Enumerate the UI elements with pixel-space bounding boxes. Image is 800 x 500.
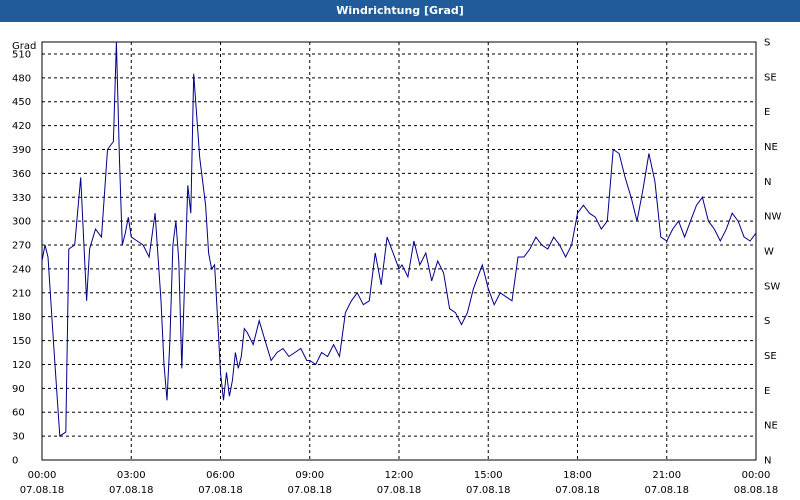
x-tick-time: 00:00 — [742, 470, 771, 481]
y-tick-label: 90 — [12, 384, 25, 395]
y-tick-label: 240 — [12, 264, 31, 275]
series-line — [41, 41, 757, 437]
y-axis-label: Grad — [12, 41, 36, 52]
right-tick-label: S — [764, 38, 770, 49]
x-tick-date: 08.08.18 — [734, 485, 779, 496]
right-tick-label: E — [764, 386, 770, 397]
right-tick-label: S — [764, 316, 770, 327]
chart-title: Windrichtung [Grad] — [0, 0, 800, 22]
y-tick-label: 300 — [12, 217, 31, 228]
y-tick-label: 360 — [12, 169, 31, 180]
y-tick-label: 180 — [12, 312, 31, 323]
x-tick-date: 07.08.18 — [555, 485, 600, 496]
x-tick-date: 07.08.18 — [287, 485, 332, 496]
x-tick-date: 07.08.18 — [109, 485, 154, 496]
right-tick-label: SW — [764, 281, 780, 292]
tick-labels: 0 30 60 90 120 150 180 210 240 270 300 330 360 390 420… — [12, 38, 781, 497]
grid-lines — [42, 42, 756, 460]
y-tick-label: 150 — [12, 336, 31, 347]
y-tick-label: 420 — [12, 121, 31, 132]
chart-area: 0 30 60 90 120 150 180 210 240 270 300 330 360 390 420… — [12, 38, 781, 497]
right-tick-label: NE — [764, 421, 778, 432]
right-tick-label: SE — [764, 72, 777, 83]
right-tick-label: N — [764, 456, 771, 467]
y-tick-label: 480 — [12, 73, 31, 84]
series-layer — [41, 41, 757, 437]
x-tick-time: 15:00 — [474, 470, 503, 481]
x-tick-time: 03:00 — [117, 470, 146, 481]
right-tick-label: NE — [764, 142, 778, 153]
x-tick-time: 18:00 — [563, 470, 592, 481]
x-tick-time: 21:00 — [652, 470, 681, 481]
x-tick-date: 07.08.18 — [466, 485, 511, 496]
right-tick-label: NW — [764, 212, 781, 223]
right-tick-label: W — [764, 247, 774, 258]
y-tick-label: 450 — [12, 97, 31, 108]
x-tick-time: 00:00 — [28, 470, 57, 481]
right-tick-label: E — [764, 107, 770, 118]
x-tick-date: 07.08.18 — [377, 485, 422, 496]
right-tick-label: SE — [764, 351, 777, 362]
y-tick-label: 270 — [12, 241, 31, 252]
x-tick-time: 09:00 — [295, 470, 324, 481]
x-tick-date: 07.08.18 — [198, 485, 243, 496]
y-tick-label: 210 — [12, 288, 31, 299]
x-tick-date: 07.08.18 — [20, 485, 65, 496]
y-tick-label: 330 — [12, 193, 31, 204]
y-tick-label: 390 — [12, 145, 31, 156]
x-tick-time: 12:00 — [385, 470, 414, 481]
x-tick-time: 06:00 — [206, 470, 235, 481]
y-tick-label: 60 — [12, 408, 25, 419]
y-tick-label: 30 — [12, 432, 25, 443]
right-tick-label: N — [764, 177, 771, 188]
x-tick-date: 07.08.18 — [644, 485, 689, 496]
y-tick-label: 120 — [12, 360, 31, 371]
y-tick-label: 0 — [12, 456, 18, 467]
